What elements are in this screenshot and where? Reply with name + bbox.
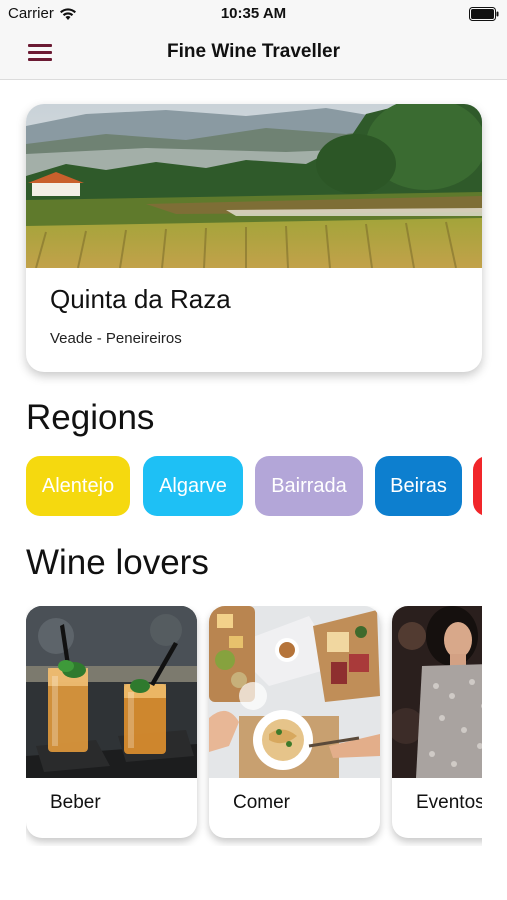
wine-lover-card-eventos[interactable]: Eventos bbox=[392, 606, 482, 838]
battery-icon bbox=[469, 7, 499, 21]
wine-lover-label-eventos: Eventos bbox=[416, 792, 482, 813]
regions-carousel[interactable]: Alentejo Algarve Bairrada Beiras bbox=[26, 456, 482, 518]
featured-winery-title: Quinta da Raza bbox=[50, 284, 231, 314]
region-chip-next[interactable] bbox=[473, 456, 482, 516]
wine-lover-label-beber: Beber bbox=[50, 792, 101, 813]
status-bar: Carrier 10:35 AM bbox=[0, 0, 507, 28]
party-woman-image bbox=[392, 606, 482, 778]
region-chip-algarve[interactable]: Algarve bbox=[143, 456, 243, 516]
page-title: Fine Wine Traveller bbox=[166, 41, 340, 62]
regions-heading: Regions bbox=[26, 398, 155, 437]
wine-lover-card-beber[interactable]: Beber bbox=[26, 606, 197, 838]
region-chip-beiras[interactable]: Beiras bbox=[375, 456, 462, 516]
wine-lovers-heading: Wine lovers bbox=[26, 543, 209, 582]
wine-lovers-carousel[interactable]: Beber Comer Eventos bbox=[26, 606, 482, 846]
featured-winery-card[interactable]: Quinta da Raza Veade - Peneireiros bbox=[26, 104, 482, 372]
food-platter-image bbox=[209, 606, 380, 778]
wine-lover-card-comer[interactable]: Comer bbox=[209, 606, 380, 838]
wine-lover-label-comer: Comer bbox=[233, 792, 291, 813]
region-chip-alentejo[interactable]: Alentejo bbox=[26, 456, 130, 516]
featured-winery-location: Veade - Peneireiros bbox=[50, 330, 182, 347]
status-time: 10:35 AM bbox=[220, 5, 287, 22]
cocktails-image bbox=[26, 606, 197, 778]
vineyard-image bbox=[26, 104, 482, 268]
navigation-bar: Fine Wine Traveller bbox=[0, 28, 507, 80]
region-chip-bairrada[interactable]: Bairrada bbox=[255, 456, 363, 516]
